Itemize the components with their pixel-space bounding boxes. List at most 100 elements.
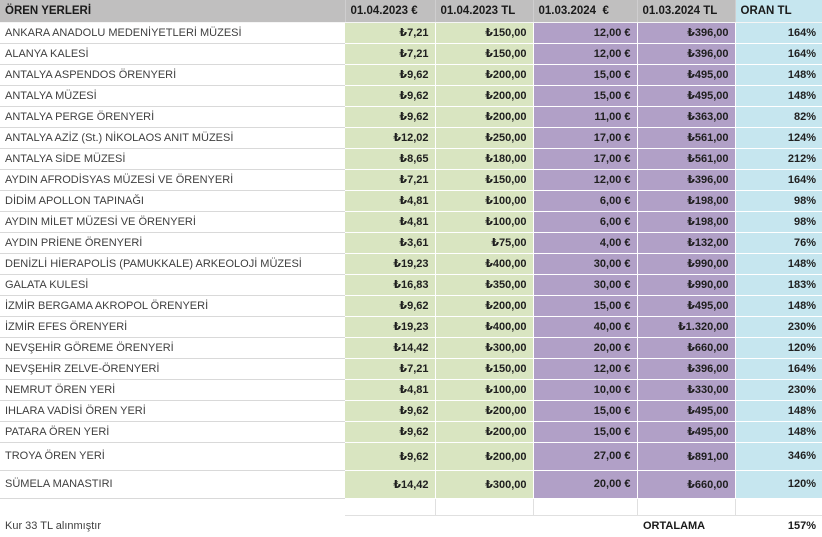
price-2024-tl-cell[interactable]: ₺891,00 xyxy=(637,442,735,470)
site-name-cell[interactable]: IHLARA VADİSİ ÖREN YERİ xyxy=(0,400,345,421)
increase-rate-cell[interactable]: 183% xyxy=(735,274,822,295)
price-2024-eur-cell[interactable]: 17,00 € xyxy=(533,127,637,148)
price-2023-eur-cell[interactable]: ₺14,42 xyxy=(345,337,435,358)
price-2024-eur-cell[interactable]: 27,00 € xyxy=(533,442,637,470)
price-2023-eur-cell[interactable]: ₺9,62 xyxy=(345,85,435,106)
empty-cell[interactable] xyxy=(533,515,637,537)
price-2023-eur-cell[interactable]: ₺9,62 xyxy=(345,400,435,421)
site-name-cell[interactable]: NEVŞEHİR ZELVE-ÖRENYERİ xyxy=(0,358,345,379)
price-2024-tl-cell[interactable]: ₺396,00 xyxy=(637,169,735,190)
increase-rate-cell[interactable]: 98% xyxy=(735,190,822,211)
column-header-2023-tl[interactable]: 01.04.2023 TL xyxy=(435,0,533,22)
site-name-cell[interactable]: DENİZLİ HİERAPOLİS (PAMUKKALE) ARKEOLOJİ… xyxy=(0,253,345,274)
increase-rate-cell[interactable]: 230% xyxy=(735,316,822,337)
average-value[interactable]: 157% xyxy=(735,515,822,537)
price-2024-eur-cell[interactable]: 15,00 € xyxy=(533,85,637,106)
empty-cell[interactable] xyxy=(345,515,435,537)
increase-rate-cell[interactable]: 76% xyxy=(735,232,822,253)
price-2024-tl-cell[interactable]: ₺990,00 xyxy=(637,253,735,274)
price-2023-eur-cell[interactable]: ₺19,23 xyxy=(345,253,435,274)
price-2024-eur-cell[interactable]: 12,00 € xyxy=(533,43,637,64)
site-name-cell[interactable]: PATARA ÖREN YERİ xyxy=(0,421,345,442)
increase-rate-cell[interactable]: 120% xyxy=(735,470,822,498)
price-2024-tl-cell[interactable]: ₺495,00 xyxy=(637,85,735,106)
site-name-cell[interactable]: TROYA ÖREN YERİ xyxy=(0,442,345,470)
price-2023-eur-cell[interactable]: ₺9,62 xyxy=(345,106,435,127)
price-2023-tl-cell[interactable]: ₺300,00 xyxy=(435,470,533,498)
price-2024-tl-cell[interactable]: ₺495,00 xyxy=(637,295,735,316)
price-2023-eur-cell[interactable]: ₺3,61 xyxy=(345,232,435,253)
price-2024-eur-cell[interactable]: 12,00 € xyxy=(533,22,637,43)
price-2023-eur-cell[interactable]: ₺16,83 xyxy=(345,274,435,295)
price-2023-eur-cell[interactable]: ₺19,23 xyxy=(345,316,435,337)
increase-rate-cell[interactable]: 212% xyxy=(735,148,822,169)
price-2023-tl-cell[interactable]: ₺200,00 xyxy=(435,64,533,85)
column-header-2024-tl[interactable]: 01.03.2024 TL xyxy=(637,0,735,22)
price-2023-eur-cell[interactable]: ₺14,42 xyxy=(345,470,435,498)
price-2023-eur-cell[interactable]: ₺9,62 xyxy=(345,442,435,470)
increase-rate-cell[interactable]: 148% xyxy=(735,64,822,85)
price-2023-eur-cell[interactable]: ₺4,81 xyxy=(345,190,435,211)
column-header-2024-eur[interactable]: 01.03.2024 € xyxy=(533,0,637,22)
increase-rate-cell[interactable]: 148% xyxy=(735,400,822,421)
price-2023-eur-cell[interactable]: ₺4,81 xyxy=(345,379,435,400)
price-2024-tl-cell[interactable]: ₺561,00 xyxy=(637,148,735,169)
price-2024-eur-cell[interactable]: 30,00 € xyxy=(533,253,637,274)
price-2024-eur-cell[interactable]: 10,00 € xyxy=(533,379,637,400)
empty-cell[interactable] xyxy=(435,515,533,537)
price-2024-tl-cell[interactable]: ₺363,00 xyxy=(637,106,735,127)
price-2023-tl-cell[interactable]: ₺200,00 xyxy=(435,295,533,316)
site-name-cell[interactable]: DİDİM APOLLON TAPINAĞI xyxy=(0,190,345,211)
price-2024-eur-cell[interactable]: 6,00 € xyxy=(533,211,637,232)
price-2024-tl-cell[interactable]: ₺1.320,00 xyxy=(637,316,735,337)
price-2023-tl-cell[interactable]: ₺150,00 xyxy=(435,169,533,190)
increase-rate-cell[interactable]: 124% xyxy=(735,127,822,148)
price-2023-eur-cell[interactable]: ₺7,21 xyxy=(345,169,435,190)
site-name-cell[interactable]: İZMİR EFES ÖRENYERİ xyxy=(0,316,345,337)
price-2024-eur-cell[interactable]: 20,00 € xyxy=(533,337,637,358)
site-name-cell[interactable]: AYDIN PRİENE ÖRENYERİ xyxy=(0,232,345,253)
site-name-cell[interactable]: ANTALYA SİDE MÜZESİ xyxy=(0,148,345,169)
site-name-cell[interactable]: NEMRUT ÖREN YERİ xyxy=(0,379,345,400)
site-name-cell[interactable]: AYDIN AFRODİSYAS MÜZESİ VE ÖRENYERİ xyxy=(0,169,345,190)
price-2023-tl-cell[interactable]: ₺200,00 xyxy=(435,442,533,470)
increase-rate-cell[interactable]: 164% xyxy=(735,22,822,43)
price-2024-eur-cell[interactable]: 12,00 € xyxy=(533,358,637,379)
price-2024-eur-cell[interactable]: 11,00 € xyxy=(533,106,637,127)
increase-rate-cell[interactable]: 148% xyxy=(735,295,822,316)
price-2024-eur-cell[interactable]: 30,00 € xyxy=(533,274,637,295)
increase-rate-cell[interactable]: 230% xyxy=(735,379,822,400)
empty-cell[interactable] xyxy=(637,498,735,515)
price-2024-tl-cell[interactable]: ₺330,00 xyxy=(637,379,735,400)
increase-rate-cell[interactable]: 164% xyxy=(735,358,822,379)
increase-rate-cell[interactable]: 346% xyxy=(735,442,822,470)
empty-cell[interactable] xyxy=(435,498,533,515)
price-2023-tl-cell[interactable]: ₺150,00 xyxy=(435,22,533,43)
site-name-cell[interactable]: ANTALYA AZİZ (St.) NİKOLAOS ANIT MÜZESİ xyxy=(0,127,345,148)
price-2023-eur-cell[interactable]: ₺8,65 xyxy=(345,148,435,169)
increase-rate-cell[interactable]: 98% xyxy=(735,211,822,232)
price-2024-eur-cell[interactable]: 15,00 € xyxy=(533,64,637,85)
site-name-cell[interactable]: SÜMELA MANASTIRI xyxy=(0,470,345,498)
increase-rate-cell[interactable]: 164% xyxy=(735,43,822,64)
site-name-cell[interactable]: ANTALYA MÜZESİ xyxy=(0,85,345,106)
price-2024-tl-cell[interactable]: ₺660,00 xyxy=(637,470,735,498)
empty-cell[interactable] xyxy=(533,498,637,515)
price-2024-tl-cell[interactable]: ₺396,00 xyxy=(637,43,735,64)
price-2023-tl-cell[interactable]: ₺150,00 xyxy=(435,43,533,64)
price-2024-tl-cell[interactable]: ₺495,00 xyxy=(637,421,735,442)
price-2023-eur-cell[interactable]: ₺9,62 xyxy=(345,64,435,85)
price-2024-tl-cell[interactable]: ₺561,00 xyxy=(637,127,735,148)
price-2024-eur-cell[interactable]: 15,00 € xyxy=(533,295,637,316)
increase-rate-cell[interactable]: 82% xyxy=(735,106,822,127)
price-2023-tl-cell[interactable]: ₺400,00 xyxy=(435,316,533,337)
site-name-cell[interactable]: ANTALYA PERGE ÖRENYERİ xyxy=(0,106,345,127)
site-name-cell[interactable]: İZMİR BERGAMA AKROPOL ÖRENYERİ xyxy=(0,295,345,316)
empty-cell[interactable] xyxy=(345,498,435,515)
increase-rate-cell[interactable]: 148% xyxy=(735,85,822,106)
price-2024-tl-cell[interactable]: ₺396,00 xyxy=(637,358,735,379)
increase-rate-cell[interactable]: 148% xyxy=(735,421,822,442)
site-name-cell[interactable]: NEVŞEHİR GÖREME ÖRENYERİ xyxy=(0,337,345,358)
price-2024-tl-cell[interactable]: ₺396,00 xyxy=(637,22,735,43)
price-2024-tl-cell[interactable]: ₺132,00 xyxy=(637,232,735,253)
